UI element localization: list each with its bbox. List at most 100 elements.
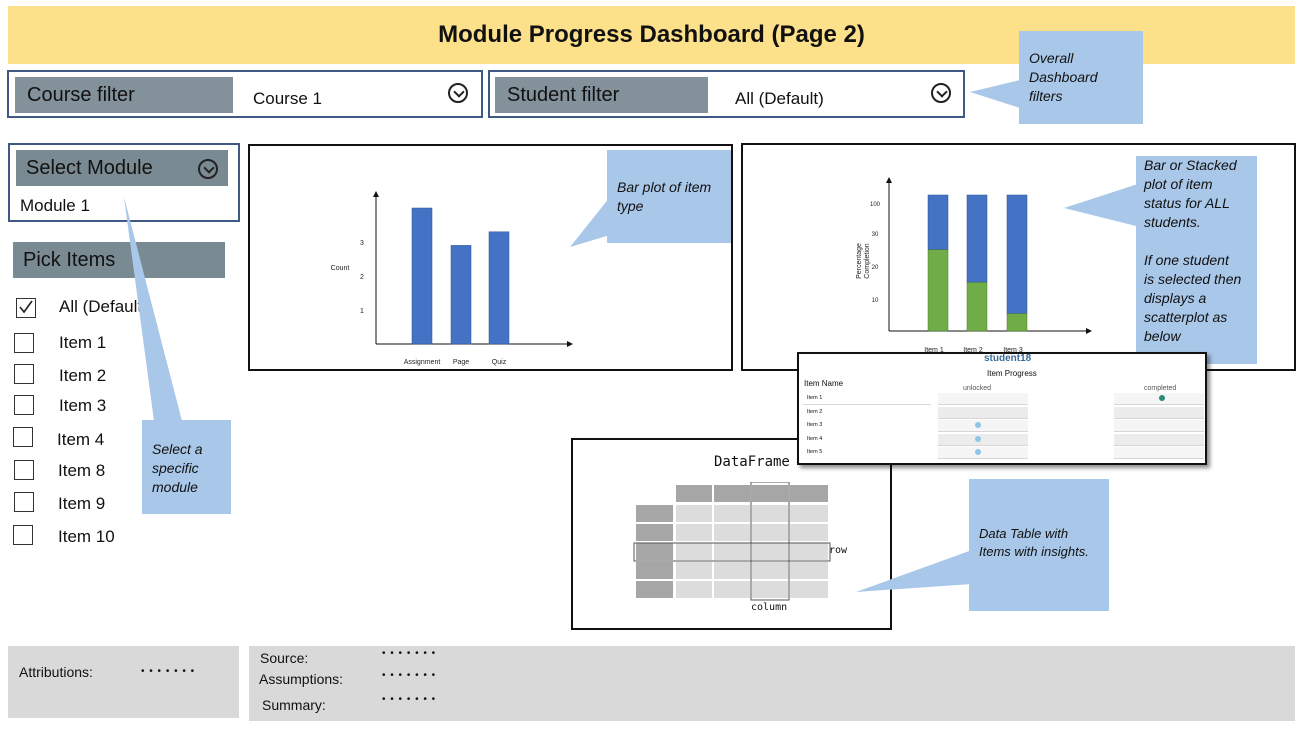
y-tick-label: 10	[872, 298, 879, 304]
callout-line: Bar plot of item	[617, 179, 712, 195]
unlocked-cell	[938, 433, 1028, 446]
x-tick-label: Assignment	[404, 359, 441, 366]
student-filter[interactable]: Student filter All (Default)	[488, 70, 965, 118]
bar	[450, 245, 472, 345]
dataframe-panel: DataFrame row column	[571, 438, 892, 630]
y-tick-label: 100	[870, 202, 881, 208]
y-axis-label: Percentage	[856, 243, 863, 279]
callout-line: scatterplot as	[1144, 309, 1228, 325]
callout-line: If one student	[1144, 252, 1229, 268]
row-name: Item 3	[807, 422, 823, 428]
callout-spacer	[1144, 232, 1253, 251]
check-icon	[19, 300, 33, 314]
bar-segment-remaining	[1006, 194, 1028, 314]
row-name: Item 1	[807, 395, 823, 401]
chevron-down-icon[interactable]	[931, 83, 951, 103]
unlocked-cell	[938, 393, 1028, 405]
summary-box: Source: • • • • • • • Assumptions: • • •…	[249, 646, 1295, 721]
callout-line: Data Table with	[979, 526, 1069, 541]
completed-cell	[1114, 406, 1204, 419]
completed-dot	[1159, 395, 1165, 401]
callout-pointer	[856, 550, 972, 592]
callout-line: module	[152, 479, 198, 495]
x-axis-arrow	[567, 341, 573, 347]
callout-line: plot of item	[1144, 176, 1213, 192]
course-filter[interactable]: Course filter Course 1	[7, 70, 483, 118]
scatter-title: Item Progress	[987, 369, 1037, 378]
row-name: Item 2	[807, 408, 823, 415]
chevron-down-icon[interactable]	[448, 83, 468, 103]
filters-callout: Overall Dashboard filters	[1019, 31, 1143, 124]
callout-line: Overall	[1029, 50, 1074, 66]
checkbox-item-4[interactable]	[13, 427, 33, 447]
stacked-plot-callout: Bar or Stacked plot of item status for A…	[1136, 156, 1257, 364]
column-label: column	[751, 602, 788, 613]
col-completed: completed	[1144, 385, 1177, 392]
table-row: Item 2	[799, 406, 1205, 419]
callout-line: Bar or Stacked	[1144, 157, 1237, 173]
x-tick-label: Quiz	[492, 359, 507, 366]
row-name: Item 4	[807, 435, 823, 442]
summary-label: Summary:	[262, 697, 326, 713]
callout-line: type	[617, 198, 644, 214]
checkbox-item-1[interactable]	[14, 333, 34, 353]
completed-cell	[1114, 433, 1204, 446]
col-unlocked: unlocked	[963, 385, 992, 392]
unlocked-cell	[938, 447, 1028, 459]
bar	[488, 231, 510, 345]
x-axis-arrow	[1086, 328, 1092, 334]
bar-segment-remaining	[927, 194, 949, 250]
table-row: Item 3	[799, 419, 1205, 432]
callout-line: Select a	[152, 441, 203, 457]
callout-line: displays a	[1144, 290, 1207, 306]
bar-plot-callout: Bar plot of item type	[607, 150, 731, 243]
module-callout: Select a specific module	[142, 420, 231, 514]
callout-line: below	[1144, 328, 1181, 344]
row-header: Item Name	[804, 379, 844, 388]
assumptions-label: Assumptions:	[259, 671, 344, 687]
callout-line: students.	[1144, 214, 1201, 230]
course-filter-value: Course 1	[253, 89, 322, 108]
source-value: • • • • • • •	[382, 648, 437, 659]
y-axis-arrow	[886, 177, 892, 183]
item-label: Item 2	[59, 366, 107, 385]
chevron-down-icon[interactable]	[198, 159, 218, 179]
item-label: Item 9	[58, 494, 106, 513]
item-label: Item 3	[59, 396, 107, 415]
unlocked-cell	[938, 420, 1028, 432]
source-label: Source:	[260, 650, 309, 666]
student-filter-label: Student filter	[495, 77, 708, 113]
callout-line: status for ALL	[1144, 195, 1230, 211]
checkbox-item-3[interactable]	[14, 395, 34, 415]
table-row: Item 4	[799, 433, 1205, 446]
checkbox-item-10[interactable]	[13, 525, 33, 545]
unlocked-cell	[938, 406, 1028, 419]
bar-segment-completed	[966, 281, 988, 332]
unlocked-dot	[975, 449, 981, 455]
select-module-value[interactable]: Module 1	[20, 196, 90, 216]
dataframe-title: DataFrame	[714, 454, 790, 470]
table-row: Item 1	[799, 392, 1205, 405]
checkbox-item-9[interactable]	[14, 492, 34, 512]
checkbox-item-2[interactable]	[14, 364, 34, 384]
unlocked-dot	[975, 435, 981, 442]
student-filter-value: All (Default)	[735, 89, 824, 108]
callout-line: filters	[1029, 88, 1063, 104]
scatter-rows: Item 1 Item 2 Item 3 Item 4 Item 5	[799, 392, 1205, 464]
course-filter-label: Course filter	[15, 77, 233, 113]
y-tick-label: 20	[872, 265, 879, 271]
completed-cell	[1114, 420, 1204, 432]
x-tick-label: Page	[453, 359, 469, 366]
callout-pointer	[124, 197, 182, 421]
y-axis-arrow	[373, 191, 379, 197]
checkbox-item-8[interactable]	[14, 460, 34, 480]
attributions-value: • • • • • • •	[141, 666, 196, 677]
summary-value: • • • • • • •	[382, 694, 437, 705]
student-name: student18	[984, 353, 1032, 364]
callout-line: Dashboard	[1029, 69, 1098, 85]
assumptions-value: • • • • • • •	[382, 670, 437, 681]
item-label: Item 4	[57, 430, 105, 449]
dataframe-callout: Data Table with Items with insights.	[969, 479, 1109, 611]
attributions-box: Attributions: • • • • • • •	[8, 646, 239, 718]
callout-pointer	[1064, 182, 1144, 228]
